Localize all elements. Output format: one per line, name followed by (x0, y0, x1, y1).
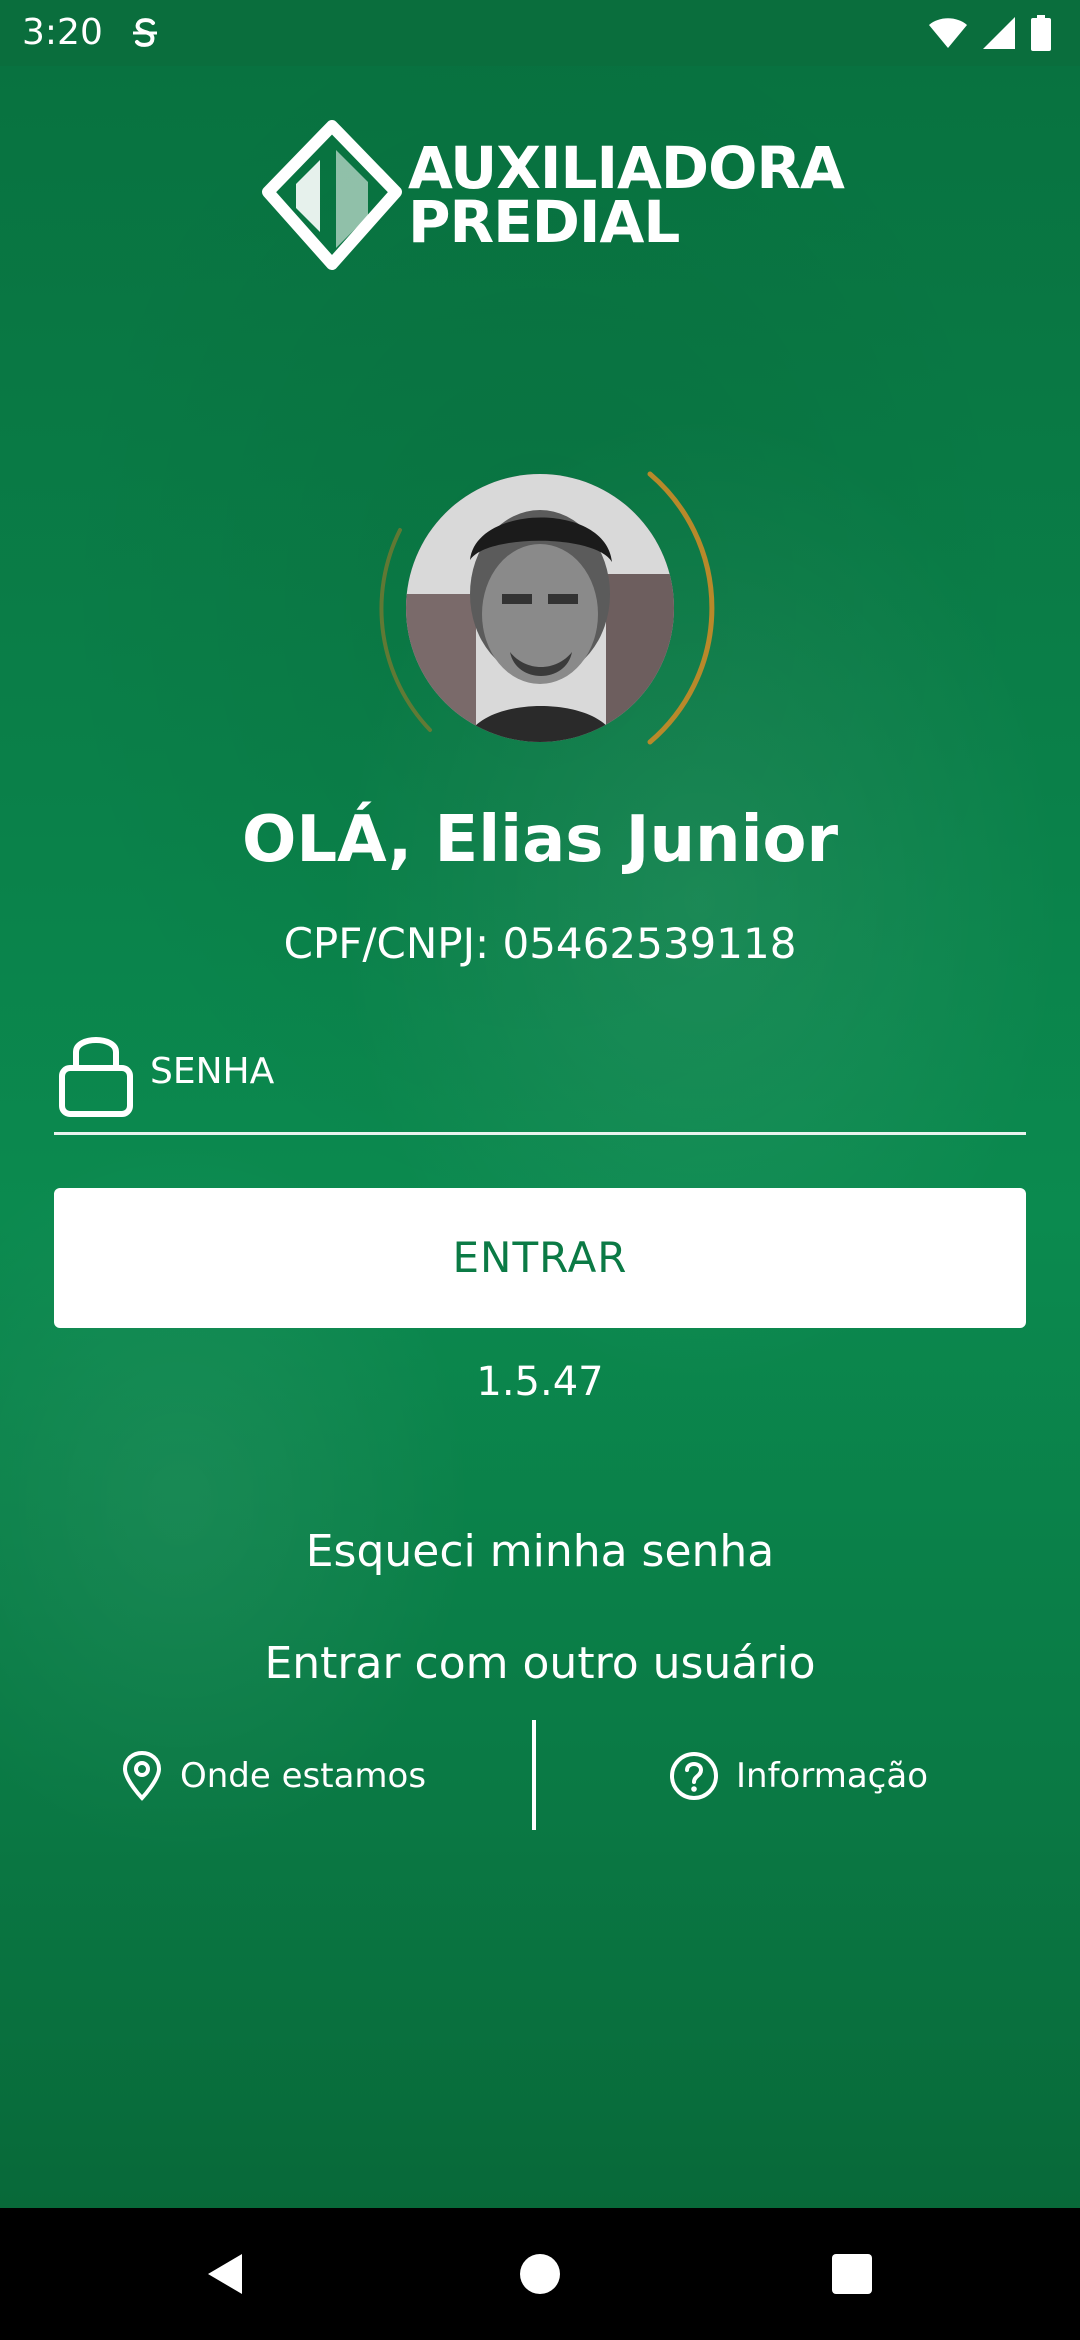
greeting-title: OLÁ, Elias Junior (241, 803, 839, 877)
signal-icon (983, 17, 1015, 49)
avatar-portrait-icon (406, 474, 674, 742)
wifi-icon (929, 18, 967, 48)
footer-links: Onde estamos Informação (0, 1720, 1080, 1830)
avatar[interactable] (406, 474, 674, 742)
other-user-link[interactable]: Entrar com outro usuário (0, 1634, 1080, 1694)
brand-line-1: AUXILIADORA (408, 134, 845, 202)
home-icon[interactable] (516, 2250, 564, 2298)
information-link[interactable]: Informação (668, 1748, 928, 1804)
forgot-password-link[interactable]: Esqueci minha senha (0, 1522, 1080, 1582)
where-we-are-link[interactable]: Onde estamos (120, 1748, 426, 1804)
password-input[interactable] (150, 1036, 1010, 1106)
brand-logo: AUXILIADORA PREDIAL (262, 120, 845, 270)
recents-icon[interactable] (828, 2250, 876, 2298)
brand-line-2: PREDIAL (408, 188, 680, 256)
avatar-container (360, 470, 720, 746)
status-time: 3:20 (22, 12, 103, 53)
login-screen: 3:20 AUXILIADORA PREDIAL OLÁ, Elias Juni… (0, 0, 1080, 2340)
where-we-are-label: Onde estamos (180, 1756, 427, 1796)
status-icons (928, 14, 1052, 52)
help-circle-icon (670, 1752, 718, 1800)
app-version: 1.5.47 (476, 1359, 604, 1405)
footer-divider (532, 1720, 536, 1830)
status-bar: 3:20 (0, 0, 1080, 66)
password-field[interactable] (54, 1016, 1026, 1135)
back-icon[interactable] (202, 2250, 250, 2298)
s-notification-icon (133, 18, 157, 47)
brand-wordmark: AUXILIADORA PREDIAL (408, 134, 845, 256)
information-label: Informação (736, 1756, 929, 1796)
enter-button[interactable]: ENTRAR (54, 1188, 1026, 1328)
logo-mark-icon (262, 120, 402, 270)
lock-icon (59, 1037, 133, 1117)
location-pin-icon (122, 1750, 162, 1801)
cpf-label: CPF/CNPJ: 05462539118 (283, 919, 797, 968)
battery-icon (1031, 15, 1051, 51)
navigation-bar (0, 2208, 1080, 2340)
